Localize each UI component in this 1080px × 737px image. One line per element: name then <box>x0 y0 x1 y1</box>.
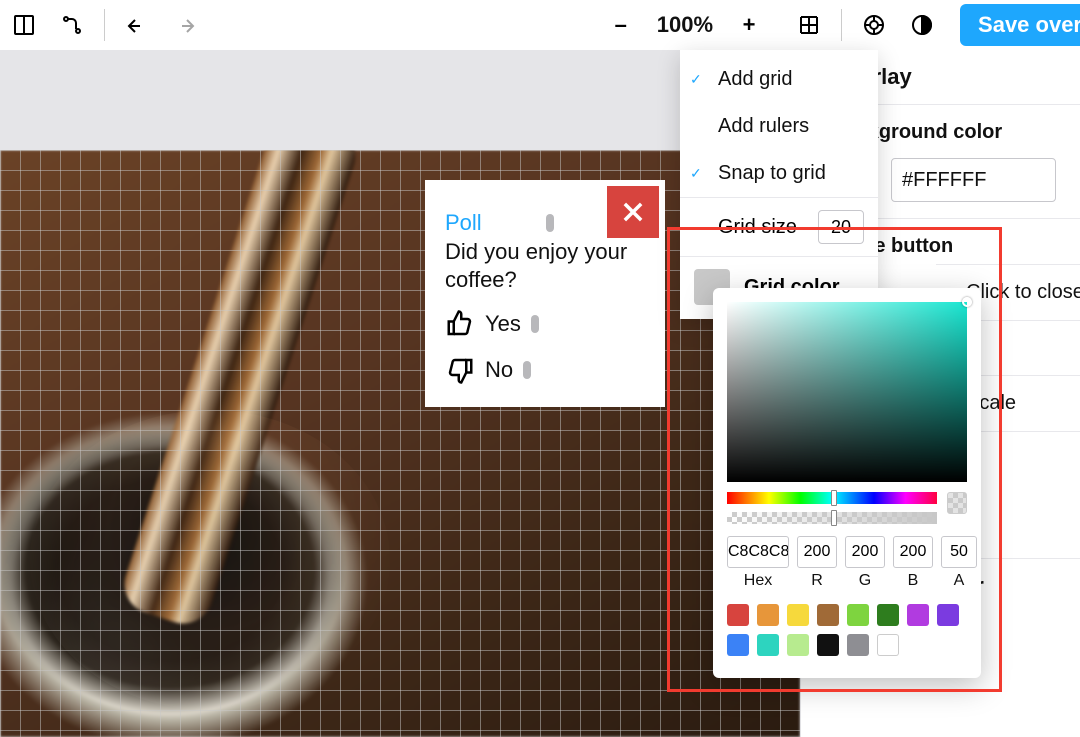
color-preset[interactable] <box>817 634 839 656</box>
color-value-row: Hex R G B A <box>727 536 967 590</box>
a-input[interactable] <box>941 536 977 568</box>
alpha-handle[interactable] <box>831 510 837 526</box>
poll-choice-label: No <box>485 357 513 383</box>
zoom-controls: – 100% + <box>597 1 833 49</box>
poll-widget[interactable]: Poll Did you enjoy your coffee? Yes No <box>425 180 665 407</box>
menu-item-label: Snap to grid <box>718 162 826 185</box>
poll-choice-label: Yes <box>485 311 521 337</box>
coffee-swirl-graphic <box>30 410 390 710</box>
zoom-in-icon[interactable]: + <box>725 1 773 49</box>
menu-item-label: Add rulers <box>718 115 809 138</box>
g-input[interactable] <box>845 536 885 568</box>
zoom-level-label: 100% <box>657 12 713 38</box>
r-label: R <box>811 572 823 590</box>
poll-question: Did you enjoy your coffee? <box>445 238 645 293</box>
color-preset[interactable] <box>787 634 809 656</box>
color-presets <box>727 604 967 656</box>
save-button[interactable]: Save over <box>960 4 1080 46</box>
color-preset[interactable] <box>847 604 869 626</box>
path-icon[interactable] <box>48 1 96 49</box>
color-preset[interactable] <box>787 604 809 626</box>
poll-choice-no[interactable]: No <box>445 355 645 385</box>
menu-item-label: Add grid <box>718 68 793 91</box>
layout-icon[interactable] <box>0 1 48 49</box>
color-preset[interactable] <box>877 634 899 656</box>
b-label: B <box>908 572 919 590</box>
thumbs-down-icon <box>445 355 475 385</box>
color-preset[interactable] <box>757 604 779 626</box>
grid-size-row: Grid size <box>680 197 878 256</box>
poll-choice-yes[interactable]: Yes <box>445 309 645 339</box>
saturation-value-field[interactable] <box>727 302 967 482</box>
color-preset[interactable] <box>907 604 929 626</box>
color-preset[interactable] <box>727 634 749 656</box>
b-input[interactable] <box>893 536 933 568</box>
help-icon[interactable] <box>850 1 898 49</box>
poll-title: Poll <box>445 210 482 236</box>
color-preset[interactable] <box>847 634 869 656</box>
grid-size-label: Grid size <box>718 216 797 239</box>
color-preset[interactable] <box>757 634 779 656</box>
color-preset[interactable] <box>727 604 749 626</box>
toolbar-divider <box>841 9 842 41</box>
menu-item-add-grid[interactable]: ✓ Add grid <box>680 56 878 103</box>
grid-size-input[interactable] <box>818 210 864 244</box>
g-label: G <box>859 572 871 590</box>
grid-dropdown: ✓ Add grid ✓ Add rulers ✓ Snap to grid G… <box>680 50 878 319</box>
background-color-input[interactable] <box>891 158 1056 202</box>
color-preset[interactable] <box>877 604 899 626</box>
check-icon: ✓ <box>690 165 708 182</box>
hue-slider[interactable] <box>727 492 937 504</box>
toolbar-divider <box>104 9 105 41</box>
poll-no-result-bar <box>523 361 531 379</box>
alpha-slider[interactable] <box>727 512 937 524</box>
color-preset[interactable] <box>817 604 839 626</box>
grid-toggle-icon[interactable] <box>785 1 833 49</box>
menu-item-snap-to-grid[interactable]: ✓ Snap to grid <box>680 150 878 197</box>
sv-handle[interactable] <box>962 297 972 307</box>
close-icon[interactable] <box>607 186 659 238</box>
hue-handle[interactable] <box>831 490 837 506</box>
hex-input[interactable] <box>727 536 789 568</box>
hex-label: Hex <box>744 572 772 590</box>
a-label: A <box>954 572 965 590</box>
redo-icon[interactable] <box>161 1 209 49</box>
r-input[interactable] <box>797 536 837 568</box>
top-toolbar: – 100% + Save over <box>0 0 1080 50</box>
color-preset[interactable] <box>937 604 959 626</box>
check-icon: ✓ <box>690 71 708 88</box>
poll-yes-result-bar <box>531 315 539 333</box>
undo-icon[interactable] <box>113 1 161 49</box>
current-color-swatch <box>947 492 967 514</box>
color-picker-popover: Hex R G B A <box>713 288 981 678</box>
contrast-icon[interactable] <box>898 1 946 49</box>
zoom-out-icon[interactable]: – <box>597 1 645 49</box>
poll-title-result-bar <box>546 214 554 232</box>
menu-item-add-rulers[interactable]: ✓ Add rulers <box>680 103 878 150</box>
thumbs-up-icon <box>445 309 475 339</box>
